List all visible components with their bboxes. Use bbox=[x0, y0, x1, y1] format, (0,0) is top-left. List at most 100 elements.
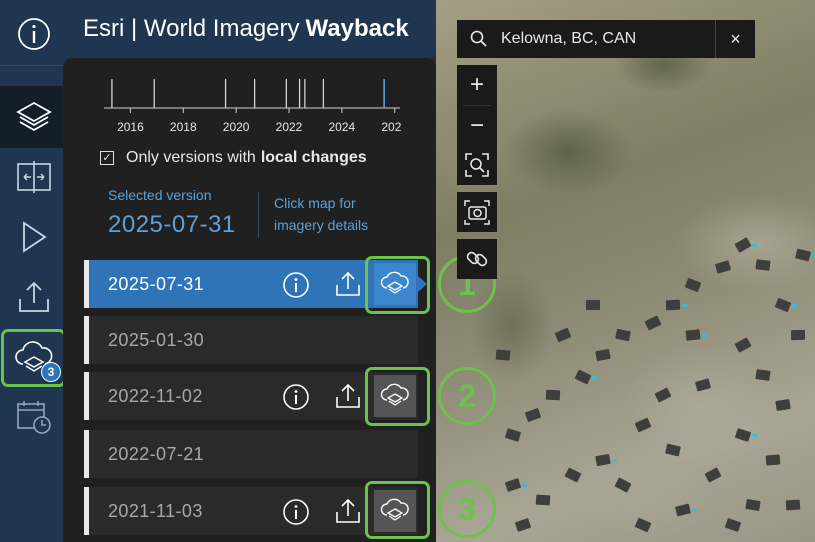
link-icon bbox=[466, 251, 488, 267]
house-roof bbox=[524, 407, 542, 423]
calendar-button[interactable] bbox=[0, 392, 67, 442]
focus-frame-icon bbox=[465, 153, 489, 177]
screenshot-button[interactable] bbox=[457, 192, 497, 232]
house-roof bbox=[595, 453, 611, 467]
version-date: 2021-11-03 bbox=[108, 500, 203, 521]
search-input[interactable]: Kelowna, BC, CAN bbox=[501, 30, 715, 48]
house-roof bbox=[734, 428, 752, 442]
local-changes-filter[interactable]: ✓ Only versions with local changes bbox=[100, 149, 367, 167]
house-roof bbox=[694, 378, 712, 392]
house-roof bbox=[545, 389, 561, 401]
info-icon[interactable] bbox=[282, 383, 310, 411]
camera-icon bbox=[464, 200, 490, 225]
house-roof bbox=[704, 467, 722, 483]
share-icon[interactable] bbox=[334, 270, 362, 298]
annotation-3: 3 bbox=[438, 480, 496, 538]
house-roof bbox=[564, 467, 582, 483]
house-roof bbox=[785, 499, 801, 511]
house-roof bbox=[790, 329, 806, 341]
swimming-pool bbox=[792, 304, 797, 307]
info-icon[interactable] bbox=[282, 498, 310, 526]
swimming-pool bbox=[612, 459, 617, 462]
search-box[interactable]: Kelowna, BC, CAN × bbox=[457, 20, 755, 58]
icon-rail: 3 bbox=[0, 0, 67, 542]
house-roof bbox=[674, 503, 692, 517]
timeline-year-label: 2018 bbox=[170, 120, 197, 134]
play-icon bbox=[22, 221, 47, 253]
house-roof bbox=[755, 369, 771, 381]
version-date: 2022-11-02 bbox=[108, 385, 203, 406]
house-roof bbox=[634, 517, 652, 533]
check-icon: ✓ bbox=[102, 151, 112, 164]
version-item[interactable]: 2022-07-21 bbox=[84, 430, 418, 478]
zoom-extent-button[interactable] bbox=[457, 145, 497, 185]
timeline-year-label: 2020 bbox=[223, 120, 250, 134]
house-roof bbox=[535, 494, 551, 506]
filter-label-bold: local changes bbox=[260, 149, 367, 166]
layers-icon bbox=[15, 101, 52, 132]
house-roof bbox=[504, 428, 522, 442]
export-button[interactable] bbox=[0, 272, 67, 322]
upload-icon bbox=[18, 281, 49, 312]
share-icon[interactable] bbox=[334, 497, 362, 525]
swimming-pool bbox=[522, 484, 527, 487]
house-roof bbox=[634, 417, 652, 433]
divider bbox=[258, 192, 259, 238]
house-roof bbox=[665, 299, 681, 311]
zoom-in-button[interactable]: + bbox=[457, 65, 497, 105]
timeline-year-label: 2024 bbox=[329, 120, 356, 134]
zoom-controls: + − bbox=[457, 65, 497, 146]
house-roof bbox=[665, 443, 681, 457]
selected-version-label: Selected version bbox=[108, 187, 212, 203]
house-roof bbox=[734, 337, 752, 353]
clear-search-button[interactable]: × bbox=[715, 20, 755, 58]
calendar-clock-icon bbox=[16, 401, 51, 434]
highlight-2 bbox=[365, 367, 430, 426]
version-date: 2025-01-30 bbox=[108, 329, 205, 350]
house-roof bbox=[574, 369, 592, 385]
house-roof bbox=[714, 260, 732, 274]
selected-version-date: 2025-07-31 bbox=[108, 211, 236, 238]
house-roof bbox=[495, 349, 511, 361]
house-roof bbox=[595, 348, 611, 362]
about-button[interactable] bbox=[0, 14, 67, 54]
copy-link-button[interactable] bbox=[457, 239, 497, 279]
house-roof bbox=[745, 498, 761, 512]
version-date: 2022-07-21 bbox=[108, 443, 205, 464]
house-roof bbox=[734, 237, 752, 253]
timeline-year-label: 2022 bbox=[276, 120, 303, 134]
map-click-hint: Click map for imagery details bbox=[274, 195, 369, 233]
saved-count-badge: 3 bbox=[41, 362, 61, 382]
highlight-1 bbox=[365, 256, 430, 314]
zoom-out-button[interactable]: − bbox=[457, 106, 497, 146]
house-roof bbox=[644, 315, 662, 331]
house-roof bbox=[794, 248, 812, 262]
animate-button[interactable] bbox=[0, 212, 67, 262]
release-timeline[interactable]: 2016 2018 2020 2022 2024 2026 bbox=[102, 75, 402, 137]
house-roof bbox=[586, 300, 600, 310]
layers-button[interactable] bbox=[0, 86, 67, 148]
timeline-year-label: 2026 bbox=[381, 120, 402, 134]
house-roof bbox=[504, 478, 522, 492]
timeline-year-label: 2016 bbox=[117, 120, 144, 134]
share-icon[interactable] bbox=[334, 382, 362, 410]
house-roof bbox=[514, 517, 532, 533]
swipe-button[interactable] bbox=[0, 152, 67, 202]
filter-label-prefix: Only versions with bbox=[126, 149, 256, 166]
house-roof bbox=[614, 477, 632, 493]
swimming-pool bbox=[692, 509, 697, 512]
swipe-compare-icon bbox=[16, 161, 51, 193]
app-title-prefix: Esri | World Imagery bbox=[83, 15, 300, 42]
checkbox[interactable]: ✓ bbox=[100, 151, 114, 165]
info-icon bbox=[17, 18, 50, 50]
house-roof bbox=[755, 259, 771, 271]
search-icon bbox=[457, 30, 501, 48]
version-item[interactable]: 2025-01-30 bbox=[84, 316, 418, 364]
house-roof bbox=[654, 387, 672, 403]
info-icon[interactable] bbox=[282, 271, 310, 299]
swimming-pool bbox=[752, 434, 757, 437]
swimming-pool bbox=[702, 334, 707, 337]
app-header: Esri | World Imagery Wayback bbox=[67, 0, 436, 58]
house-roof bbox=[775, 398, 791, 412]
annotation-2: 2 bbox=[438, 367, 496, 425]
